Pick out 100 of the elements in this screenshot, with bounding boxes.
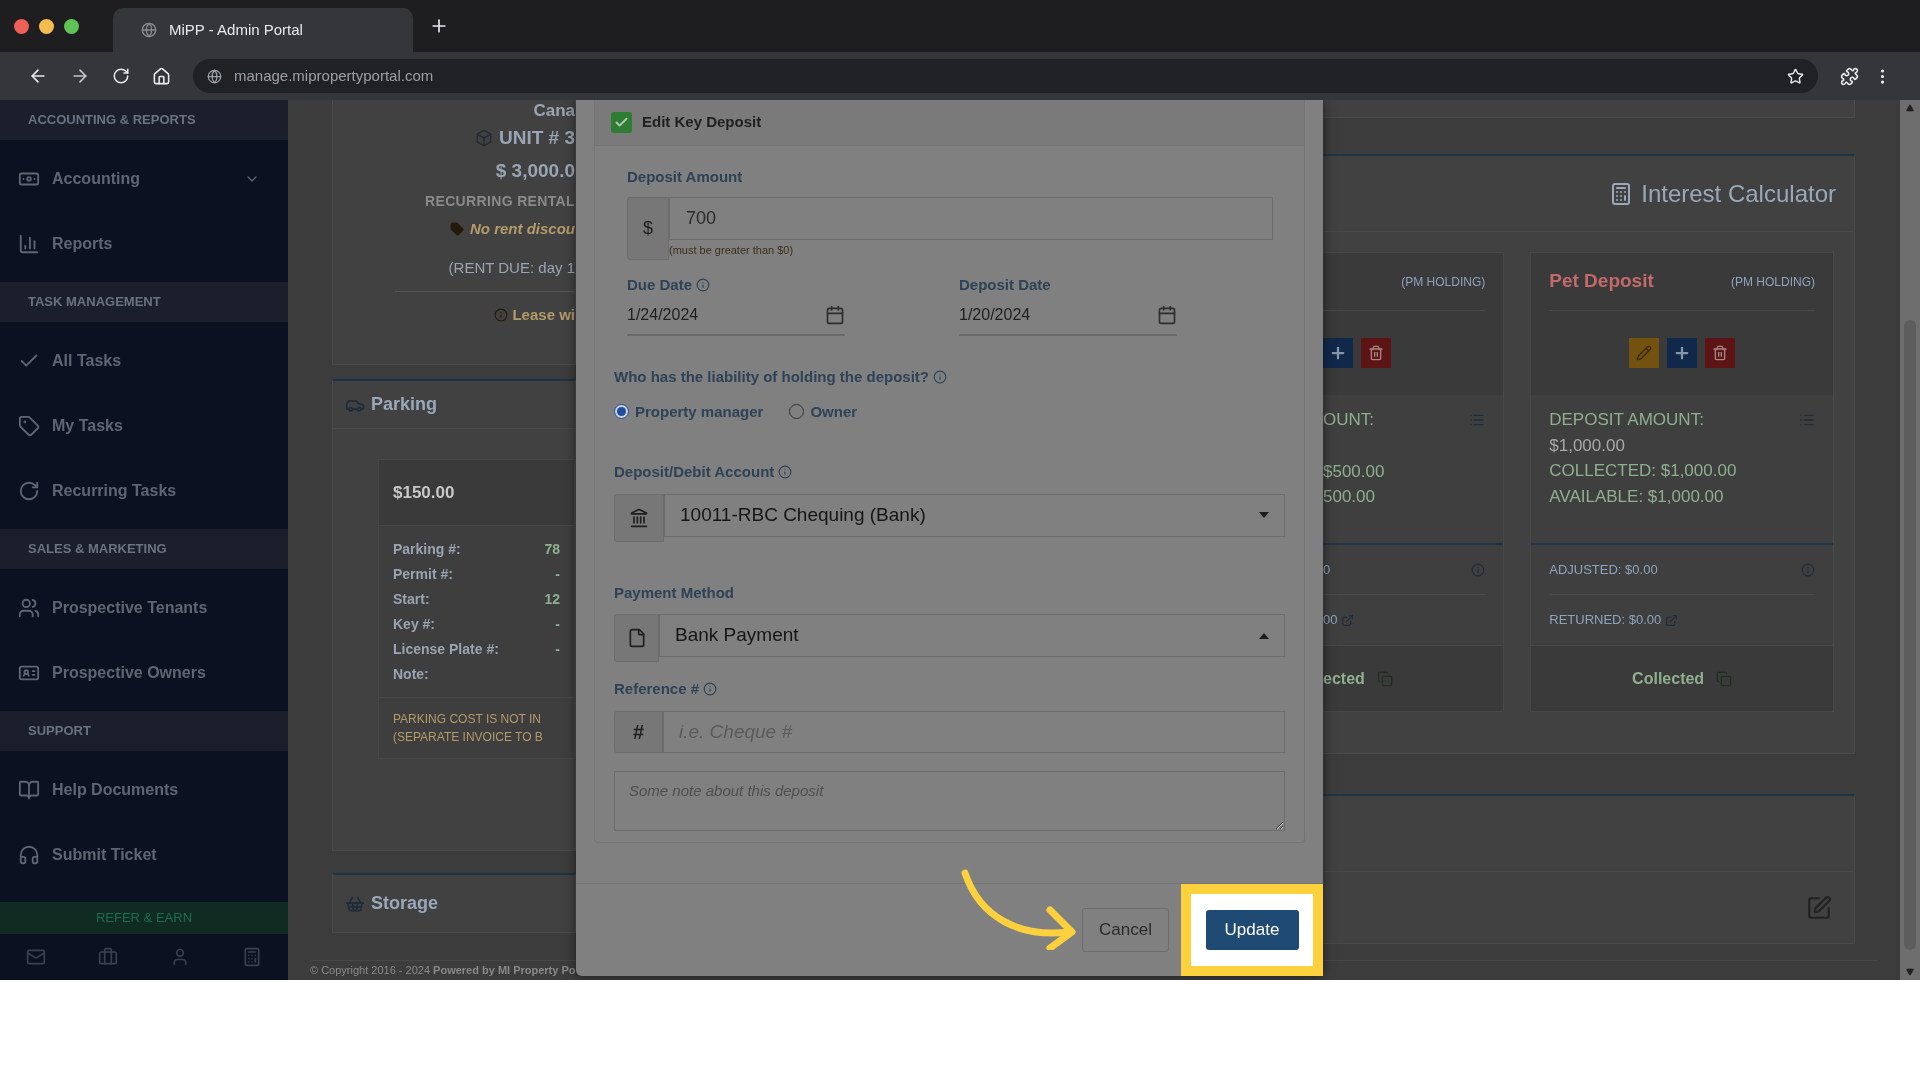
sidebar-item[interactable]: Accounting — [0, 146, 288, 211]
sidebar-item[interactable]: Recurring Tasks — [0, 458, 288, 523]
calendar-icon[interactable] — [1157, 305, 1177, 325]
trash-icon — [1712, 345, 1729, 361]
date-field[interactable]: 1/24/2024 — [627, 296, 845, 336]
deposit-status: ected — [1323, 668, 1365, 689]
field-value: - — [555, 639, 560, 659]
bank-icon — [629, 507, 649, 528]
delete-button[interactable] — [1705, 338, 1736, 368]
plus-icon — [1329, 344, 1347, 362]
delete-button[interactable] — [1361, 338, 1391, 368]
browser-tab[interactable]: MiPP - Admin Portal — [113, 8, 413, 52]
scroll-down-icon[interactable] — [1906, 968, 1914, 976]
refer-earn-button[interactable]: REFER & EARN — [0, 902, 288, 934]
select-field[interactable]: Bank Payment — [659, 614, 1285, 657]
info-icon[interactable] — [703, 682, 718, 697]
edit-button[interactable] — [1629, 338, 1660, 368]
radio-button[interactable] — [614, 404, 629, 420]
holding-tag: (PM HOLDING) — [1401, 272, 1486, 291]
field-label: Permit #: — [393, 564, 454, 584]
field-label: Deposit/Debit Account — [614, 462, 775, 482]
lease-note: Lease wi — [512, 305, 575, 325]
book-icon — [18, 778, 40, 801]
hash-prefix: # — [614, 710, 663, 753]
section-header: SALES & MARKETING — [0, 529, 288, 569]
address-bar[interactable]: manage.mipropertyportal.com — [193, 59, 1818, 93]
info-icon — [494, 308, 509, 323]
add-button[interactable] — [1667, 338, 1698, 368]
field-label: Parking #: — [393, 539, 462, 559]
parking-notice: PARKING COST IS NOT IN — [393, 711, 543, 728]
rental-type: RECURRING RENTAL — [425, 192, 575, 211]
section-header: SUPPORT — [0, 711, 288, 751]
scroll-up-icon[interactable] — [1906, 104, 1914, 112]
info-icon[interactable] — [778, 465, 793, 480]
unit-location: Cana — [533, 102, 575, 120]
pencil-icon — [1636, 345, 1653, 361]
date-field[interactable]: 1/20/2024 — [959, 296, 1177, 336]
parking-notice: (SEPARATE INVOICE TO B — [393, 729, 544, 746]
calculator-icon[interactable] — [242, 947, 262, 967]
info-icon[interactable] — [933, 370, 947, 385]
currency-prefix: $ — [627, 196, 669, 260]
field-label: Payment Method — [614, 582, 734, 603]
scrollbar[interactable] — [1900, 100, 1920, 980]
holding-tag: (PM HOLDING) — [1731, 272, 1815, 291]
bar-chart-icon — [18, 232, 40, 255]
rent-due: (RENT DUE: day 1 — [448, 257, 575, 278]
sidebar-item[interactable]: Reports — [0, 211, 288, 276]
adjusted-amount: 0 — [1323, 560, 1331, 579]
field-value: - — [555, 614, 560, 634]
returned-amount: 00 — [1323, 611, 1338, 630]
field-label: Note: — [393, 664, 430, 684]
deposit-amount-field[interactable]: 700 — [669, 196, 1273, 240]
amount-value: $1,000.00 — [1549, 434, 1626, 457]
field-label: Deposit Amount — [627, 167, 744, 187]
field-label: Deposit Date — [959, 274, 1051, 295]
people-icon — [18, 596, 40, 619]
sidebar-item[interactable]: Prospective Tenants — [0, 575, 288, 640]
sidebar-item[interactable]: Submit Ticket — [0, 822, 288, 887]
available-amount: 500.00 — [1323, 486, 1376, 508]
mail-icon[interactable] — [26, 947, 46, 967]
card-title: Storage — [371, 892, 439, 915]
deposit-status: Collected — [1632, 668, 1705, 689]
amount-label: DEPOSIT AMOUNT: — [1549, 409, 1704, 431]
sidebar-item[interactable]: Prospective Owners — [0, 640, 288, 705]
adjusted-amount: ADJUSTED: $0.00 — [1549, 560, 1658, 579]
card-title: Parking — [371, 393, 438, 416]
field-label: Key #: — [393, 614, 437, 634]
tag-icon — [18, 414, 40, 437]
check-icon — [614, 115, 629, 130]
extensions-icon[interactable] — [1840, 66, 1859, 86]
info-icon[interactable] — [696, 277, 711, 292]
cancel-button[interactable]: Cancel — [1082, 908, 1169, 952]
trash-icon — [1368, 345, 1384, 361]
collected-amount: $500.00 — [1323, 460, 1386, 483]
globe-icon — [207, 68, 222, 84]
radio-label: Owner — [810, 401, 858, 422]
available-amount: AVAILABLE: $1,000.00 — [1549, 485, 1725, 508]
checkbox[interactable] — [611, 112, 632, 133]
unit-number: UNIT # 3 — [498, 126, 575, 150]
calendar-icon[interactable] — [825, 305, 845, 325]
home-icon[interactable] — [152, 66, 171, 86]
globe-icon — [141, 22, 157, 38]
bookmark-star-icon[interactable] — [1787, 67, 1804, 85]
sidebar-item[interactable]: Help Documents — [0, 757, 288, 822]
edit-note-icon[interactable] — [1806, 894, 1832, 921]
section-header: ACCOUNTING & REPORTS — [0, 100, 288, 140]
update-button[interactable]: Update — [1205, 910, 1299, 950]
caret-icon — [1259, 512, 1269, 518]
briefcase-icon[interactable] — [98, 947, 118, 967]
sidebar-item[interactable]: All Tasks — [0, 328, 288, 393]
basket-icon — [345, 893, 365, 914]
checkbox-label: Edit Key Deposit — [642, 112, 762, 133]
reload-icon[interactable] — [112, 67, 130, 85]
sidebar-item[interactable]: My Tasks — [0, 393, 288, 458]
select-field[interactable]: 10011-RBC Chequing (Bank) — [664, 493, 1285, 537]
field-value: 12 — [544, 589, 560, 609]
radio-label: Property manager — [635, 401, 764, 422]
question-label: Who has the liability of holding the deposit? — [614, 367, 929, 387]
add-button[interactable] — [1323, 338, 1353, 368]
user-icon[interactable] — [170, 947, 190, 967]
